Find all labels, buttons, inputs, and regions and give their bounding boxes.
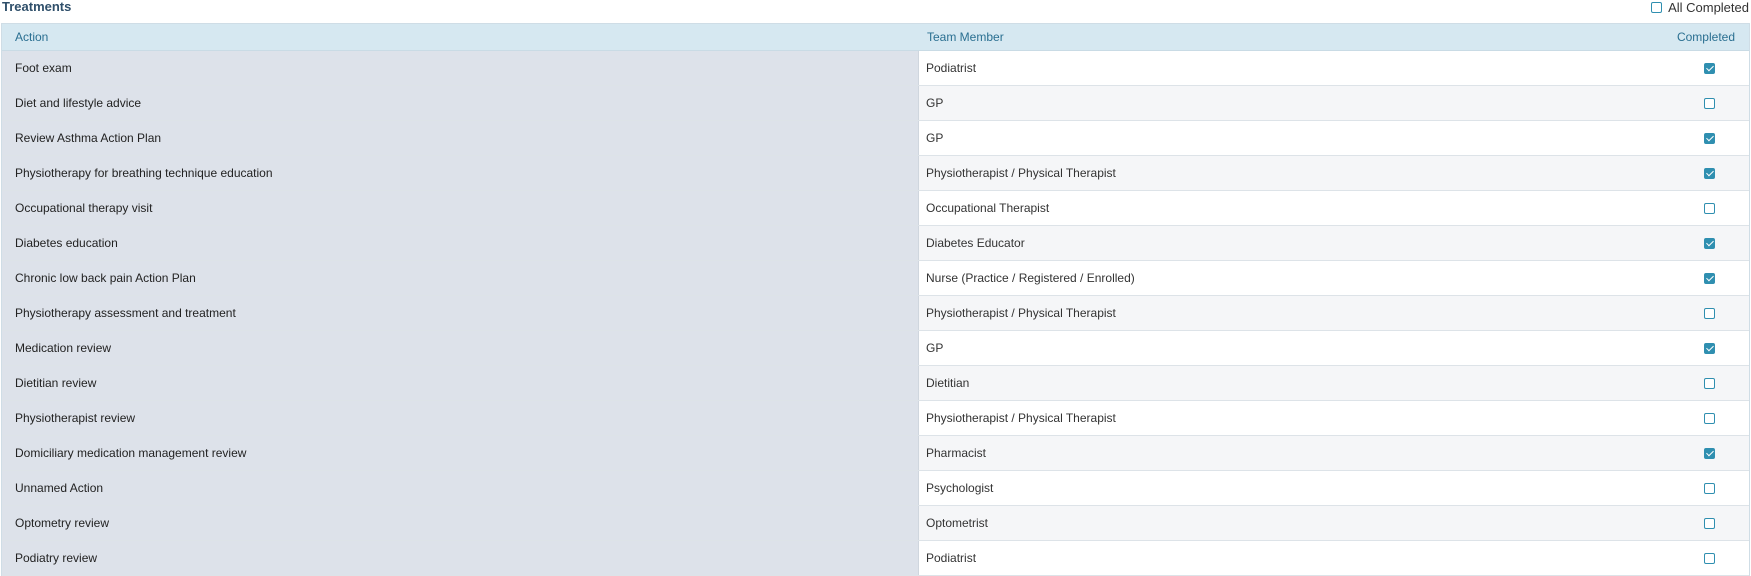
column-header-team-member[interactable]: Team Member bbox=[917, 30, 1579, 44]
action-cell: Optometry review bbox=[2, 506, 919, 540]
table-row[interactable]: Physiotherapist review Physiotherapist / … bbox=[2, 401, 1749, 436]
team-member-cell: Podiatrist bbox=[919, 541, 1579, 575]
team-member-cell: Physiotherapist / Physical Therapist bbox=[919, 401, 1579, 435]
completed-cell bbox=[1579, 366, 1749, 400]
table-row[interactable]: Diabetes education Diabetes Educator bbox=[2, 226, 1749, 261]
action-cell: Dietitian review bbox=[2, 366, 919, 400]
table-row[interactable]: Physiotherapy assessment and treatment Ph… bbox=[2, 296, 1749, 331]
completed-checkbox[interactable] bbox=[1704, 62, 1715, 74]
action-cell: Physiotherapy for breathing technique ed… bbox=[2, 156, 919, 190]
action-cell: Review Asthma Action Plan bbox=[2, 121, 919, 155]
completed-cell bbox=[1579, 191, 1749, 225]
table-row[interactable]: Optometry review Optometrist bbox=[2, 506, 1749, 541]
all-completed-checkbox[interactable] bbox=[1651, 1, 1663, 13]
table-row[interactable]: Chronic low back pain Action Plan Nurse (… bbox=[2, 261, 1749, 296]
completed-checkbox[interactable] bbox=[1704, 167, 1715, 179]
table-row[interactable]: Dietitian review Dietitian bbox=[2, 366, 1749, 401]
column-header-completed[interactable]: Completed bbox=[1579, 30, 1749, 44]
all-completed-label: All Completed bbox=[1668, 0, 1749, 15]
team-member-cell: Physiotherapist / Physical Therapist bbox=[919, 156, 1579, 190]
completed-cell bbox=[1579, 296, 1749, 330]
team-member-cell: Podiatrist bbox=[919, 51, 1579, 85]
action-cell: Foot exam bbox=[2, 51, 919, 85]
completed-cell bbox=[1579, 121, 1749, 155]
action-cell: Podiatry review bbox=[2, 541, 919, 575]
team-member-cell: Psychologist bbox=[919, 471, 1579, 505]
team-member-cell: Optometrist bbox=[919, 506, 1579, 540]
team-member-cell: GP bbox=[919, 86, 1579, 120]
action-cell: Physiotherapy assessment and treatment bbox=[2, 296, 919, 330]
completed-checkbox[interactable] bbox=[1704, 272, 1715, 284]
action-cell: Domiciliary medication management review bbox=[2, 436, 919, 470]
table-header: Action Team Member Completed bbox=[2, 24, 1749, 51]
completed-checkbox[interactable] bbox=[1704, 132, 1715, 144]
completed-cell bbox=[1579, 226, 1749, 260]
completed-checkbox[interactable] bbox=[1704, 517, 1715, 529]
action-cell: Chronic low back pain Action Plan bbox=[2, 261, 919, 295]
completed-cell bbox=[1579, 261, 1749, 295]
table-row[interactable]: Physiotherapy for breathing technique ed… bbox=[2, 156, 1749, 191]
action-cell: Physiotherapist review bbox=[2, 401, 919, 435]
completed-cell bbox=[1579, 51, 1749, 85]
completed-checkbox[interactable] bbox=[1704, 482, 1715, 494]
completed-cell bbox=[1579, 86, 1749, 120]
team-member-cell: GP bbox=[919, 331, 1579, 365]
table-row[interactable]: Medication review GP bbox=[2, 331, 1749, 366]
completed-checkbox[interactable] bbox=[1704, 447, 1715, 459]
table-row[interactable]: Domiciliary medication management review… bbox=[2, 436, 1749, 471]
completed-checkbox[interactable] bbox=[1704, 342, 1715, 354]
action-cell: Unnamed Action bbox=[2, 471, 919, 505]
completed-cell bbox=[1579, 541, 1749, 575]
completed-cell bbox=[1579, 401, 1749, 435]
table-body: Foot exam Podiatrist Diet and lifestyle ad… bbox=[2, 51, 1749, 576]
team-member-cell: GP bbox=[919, 121, 1579, 155]
table-row[interactable]: Occupational therapy visit Occupational T… bbox=[2, 191, 1749, 226]
table-row[interactable]: Diet and lifestyle advice GP bbox=[2, 86, 1749, 121]
page-title: Treatments bbox=[2, 0, 72, 14]
team-member-cell: Occupational Therapist bbox=[919, 191, 1579, 225]
completed-checkbox[interactable] bbox=[1704, 377, 1715, 389]
team-member-cell: Nurse (Practice / Registered / Enrolled) bbox=[919, 261, 1579, 295]
completed-cell bbox=[1579, 436, 1749, 470]
completed-cell bbox=[1579, 506, 1749, 540]
action-cell: Diet and lifestyle advice bbox=[2, 86, 919, 120]
team-member-cell: Diabetes Educator bbox=[919, 226, 1579, 260]
team-member-cell: Dietitian bbox=[919, 366, 1579, 400]
completed-checkbox[interactable] bbox=[1704, 412, 1715, 424]
table-row[interactable]: Review Asthma Action Plan GP bbox=[2, 121, 1749, 156]
completed-checkbox[interactable] bbox=[1704, 97, 1715, 109]
completed-cell bbox=[1579, 331, 1749, 365]
column-header-action[interactable]: Action bbox=[2, 30, 917, 44]
team-member-cell: Physiotherapist / Physical Therapist bbox=[919, 296, 1579, 330]
action-cell: Occupational therapy visit bbox=[2, 191, 919, 225]
treatments-table: Action Team Member Completed Foot exam Po… bbox=[1, 23, 1750, 576]
completed-checkbox[interactable] bbox=[1704, 237, 1715, 249]
action-cell: Medication review bbox=[2, 331, 919, 365]
team-member-cell: Pharmacist bbox=[919, 436, 1579, 470]
completed-checkbox[interactable] bbox=[1704, 307, 1715, 319]
completed-checkbox[interactable] bbox=[1704, 202, 1715, 214]
all-completed-toggle[interactable]: All Completed bbox=[1651, 0, 1749, 15]
action-cell: Diabetes education bbox=[2, 226, 919, 260]
table-row[interactable]: Foot exam Podiatrist bbox=[2, 51, 1749, 86]
table-row[interactable]: Unnamed Action Psychologist bbox=[2, 471, 1749, 506]
completed-checkbox[interactable] bbox=[1704, 552, 1715, 564]
completed-cell bbox=[1579, 156, 1749, 190]
completed-cell bbox=[1579, 471, 1749, 505]
